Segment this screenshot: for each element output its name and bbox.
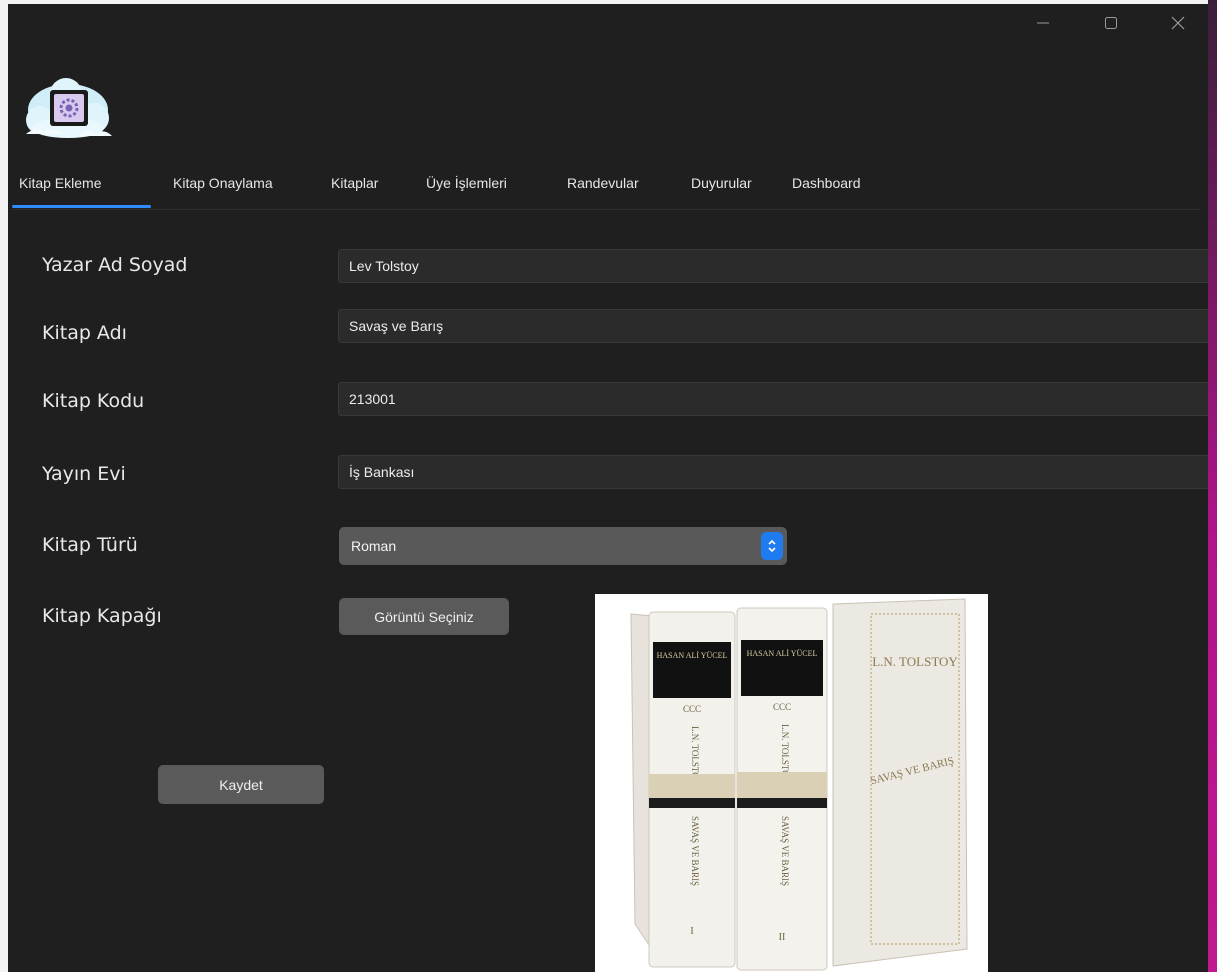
book-title-input[interactable] xyxy=(338,309,1208,343)
title-label: Kitap Adı xyxy=(42,322,127,344)
vol2-series-text: CCC xyxy=(773,702,791,712)
select-arrows-icon xyxy=(761,532,783,560)
tab-kitap-ekleme[interactable]: Kitap Ekleme xyxy=(19,175,101,191)
tab-kitaplar[interactable]: Kitaplar xyxy=(331,175,378,191)
code-label: Kitap Kodu xyxy=(42,390,145,412)
maximize-button[interactable] xyxy=(1091,4,1131,42)
publisher-input[interactable] xyxy=(338,455,1208,489)
vol2-number-text: II xyxy=(779,932,786,943)
cover-author-text: L.N. TOLSTOY xyxy=(872,654,958,669)
active-tab-indicator xyxy=(12,205,151,208)
vol1-title-text: SAVAŞ VE BARIŞ xyxy=(690,816,700,886)
close-icon xyxy=(1171,16,1185,30)
cover-label: Kitap Kapağı xyxy=(42,605,162,627)
genre-select[interactable]: Roman xyxy=(339,527,787,565)
desktop-background-edge xyxy=(1208,0,1217,972)
tab-duyurular[interactable]: Duyurular xyxy=(691,175,752,191)
app-logo xyxy=(22,76,114,142)
vol1-series-text: CCC xyxy=(683,704,701,714)
genre-select-value: Roman xyxy=(351,538,397,554)
choose-image-button[interactable]: Görüntü Seçiniz xyxy=(339,598,509,635)
maximize-icon xyxy=(1105,17,1117,29)
book-code-input[interactable] xyxy=(338,382,1208,416)
book-cover-image: L.N. TOLSTOY SAVAŞ VE BARIŞ HASAN ALİ YÜ… xyxy=(595,594,988,972)
app-window: Kitap Ekleme Kitap Onaylama Kitaplar Üye… xyxy=(8,4,1208,972)
tab-uye-islemleri[interactable]: Üye İşlemleri xyxy=(426,175,507,191)
genre-label: Kitap Türü xyxy=(42,534,138,556)
window-frame-left xyxy=(0,0,8,972)
minimize-icon xyxy=(1037,22,1049,24)
tab-randevular[interactable]: Randevular xyxy=(567,175,639,191)
tab-dashboard[interactable]: Dashboard xyxy=(792,175,861,191)
vol1-publisher-text: HASAN ALİ YÜCEL xyxy=(657,651,728,660)
tab-kitap-onaylama[interactable]: Kitap Onaylama xyxy=(173,175,273,191)
close-button[interactable] xyxy=(1158,4,1198,42)
vol1-number-text: I xyxy=(690,926,693,937)
author-label: Yazar Ad Soyad xyxy=(42,254,188,276)
minimize-button[interactable] xyxy=(1023,4,1063,42)
vol2-title-text: SAVAŞ VE BARIŞ xyxy=(780,816,790,886)
vol2-publisher-text: HASAN ALİ YÜCEL xyxy=(747,649,818,658)
save-button[interactable]: Kaydet xyxy=(158,765,324,804)
tab-bar: Kitap Ekleme Kitap Onaylama Kitaplar Üye… xyxy=(12,169,1200,210)
publisher-label: Yayın Evi xyxy=(42,463,126,485)
author-input[interactable] xyxy=(338,249,1208,283)
